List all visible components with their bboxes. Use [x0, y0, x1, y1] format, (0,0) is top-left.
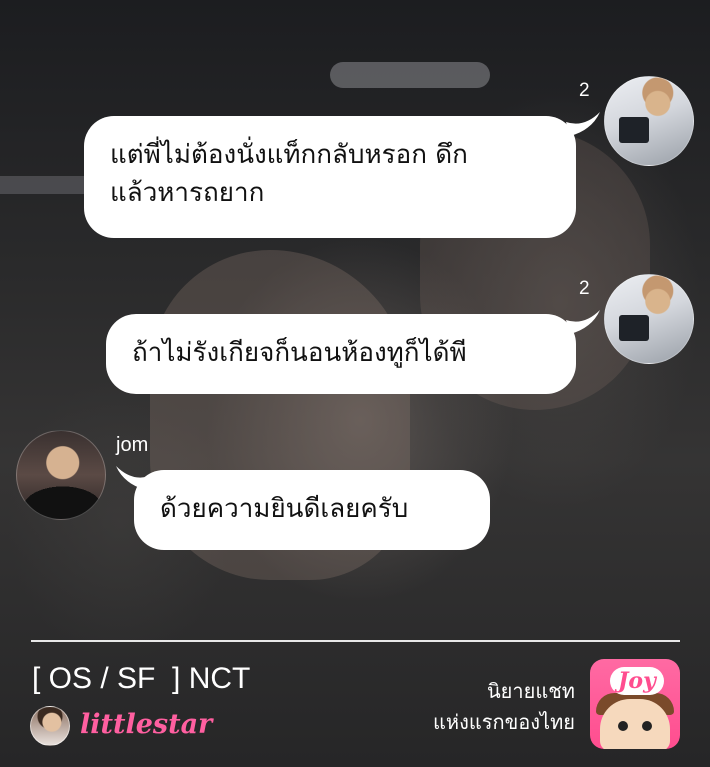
background-bar — [0, 176, 90, 194]
jom-avatar[interactable] — [16, 430, 106, 520]
read-count: 2 — [579, 80, 590, 101]
story-title: [ OS / SF ] NCT — [32, 662, 251, 695]
friend-avatar[interactable] — [604, 274, 694, 364]
app-tagline: นิยายแชท แห่งแรกของไทย — [433, 676, 575, 738]
joy-logo: Joy — [590, 659, 680, 749]
read-count: 2 — [579, 278, 590, 299]
background-light — [330, 62, 490, 88]
chat-bubble-outgoing: แต่พี่ไม่ต้องนั่งแท็กกลับหรอก ดึก แล้วหา… — [84, 116, 576, 238]
bubble-tail — [566, 112, 600, 136]
logo-character-face — [600, 699, 670, 749]
friend-avatar[interactable] — [604, 76, 694, 166]
logo-text: Joy — [610, 667, 664, 695]
message-line: แต่พี่ไม่ต้องนั่งแท็กกลับหรอก ดึก — [110, 140, 468, 170]
logo-character-eye — [642, 721, 652, 731]
sender-name: jom — [116, 434, 149, 456]
bubble-tail — [566, 310, 600, 334]
message-line: ด้วยความยินดีเลยครับ — [160, 494, 409, 524]
message-line: ถ้าไม่รังเกียจก็นอนห้องทูก็ได้พี — [132, 338, 467, 368]
logo-character-eye — [618, 721, 628, 731]
footer-divider — [31, 640, 680, 642]
message-line: แล้วหารถยาก — [110, 178, 265, 208]
chat-bubble-outgoing: ถ้าไม่รังเกียจก็นอนห้องทูก็ได้พี — [106, 314, 576, 394]
author-avatar — [30, 706, 70, 746]
tagline-line: นิยายแชท — [487, 679, 575, 703]
chat-bubble-incoming: ด้วยความยินดีเลยครับ — [134, 470, 490, 550]
tagline-line: แห่งแรกของไทย — [433, 710, 575, 734]
bubble-tail — [116, 466, 150, 490]
author-name: littlestar — [80, 709, 213, 740]
